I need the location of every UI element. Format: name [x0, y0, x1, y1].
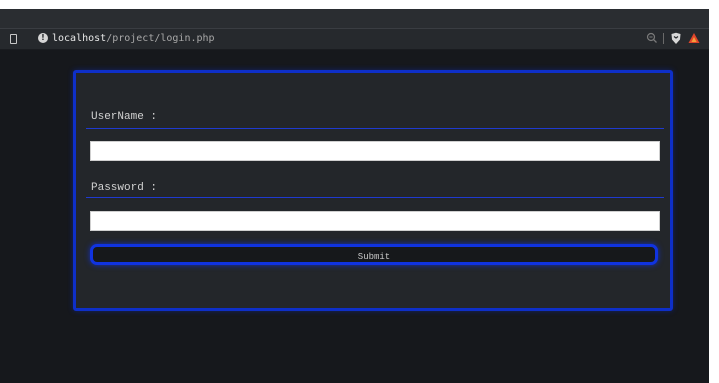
login-form: UserName : Password : Submit	[73, 70, 673, 311]
url-host: localhost	[52, 33, 107, 44]
username-divider	[86, 128, 664, 129]
username-input[interactable]	[90, 141, 660, 161]
password-divider	[86, 197, 664, 198]
submit-button[interactable]: Submit	[90, 244, 658, 265]
site-info-icon[interactable]: !	[38, 33, 48, 43]
address-bar[interactable]: ! localhost/project/login.php	[0, 29, 709, 50]
username-label: UserName :	[91, 111, 158, 123]
browser-title-bar	[0, 9, 709, 28]
password-input[interactable]	[90, 211, 660, 231]
bookmark-icon[interactable]	[10, 34, 17, 44]
password-label: Password :	[91, 182, 158, 194]
url-text[interactable]: localhost/project/login.php	[52, 32, 215, 45]
brave-shield-icon[interactable]	[670, 32, 682, 45]
url-path: /project/login.php	[106, 33, 215, 44]
zoom-icon[interactable]	[646, 32, 658, 44]
browser-window: ! localhost/project/login.php UserName :…	[0, 9, 709, 383]
toolbar-separator	[663, 33, 664, 44]
brave-rewards-icon[interactable]	[688, 32, 700, 44]
